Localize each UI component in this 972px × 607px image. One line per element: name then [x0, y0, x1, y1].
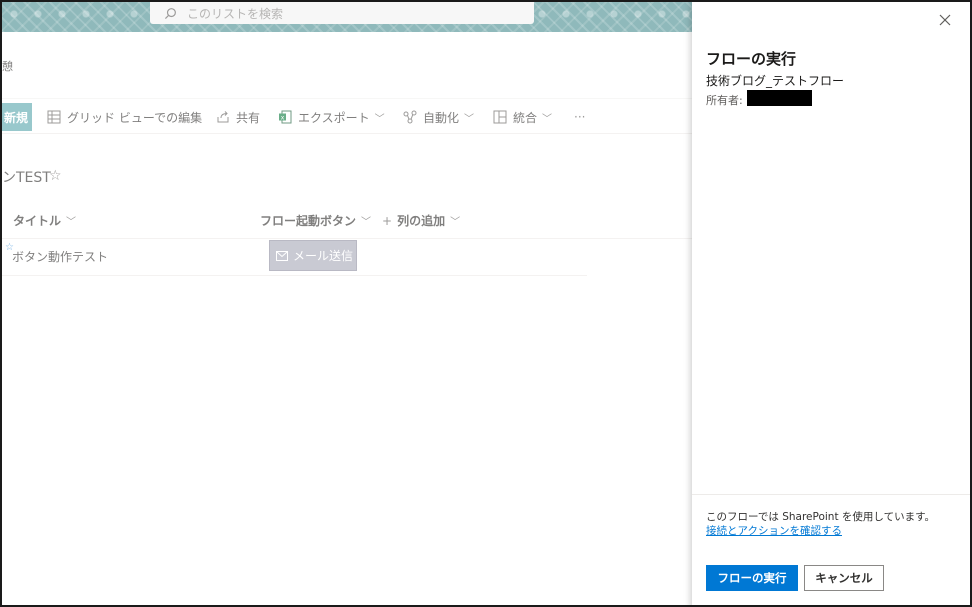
cancel-button[interactable]: キャンセル [804, 565, 884, 591]
panel-title: フローの実行 [706, 50, 797, 68]
flow-name: 技術ブログ_テストフロー [706, 74, 845, 88]
panel-footer-divider [692, 494, 970, 495]
owner-redacted [747, 90, 812, 106]
owner-label: 所有者: [706, 94, 743, 107]
review-connections-link[interactable]: 接続とアクションを確認する [706, 523, 842, 538]
run-flow-button[interactable]: フローの実行 [706, 565, 798, 591]
close-icon[interactable] [938, 13, 952, 27]
modal-overlay[interactable] [2, 2, 692, 605]
sharepoint-note: このフローでは SharePoint を使用しています。 [706, 511, 936, 523]
run-flow-panel: フローの実行 技術ブログ_テストフロー 所有者: このフローでは SharePo… [692, 2, 970, 605]
screen: このリストを検索 憩 新規 グリッド ビューでの編集 共有 x エクスポート ﹀… [0, 0, 972, 607]
